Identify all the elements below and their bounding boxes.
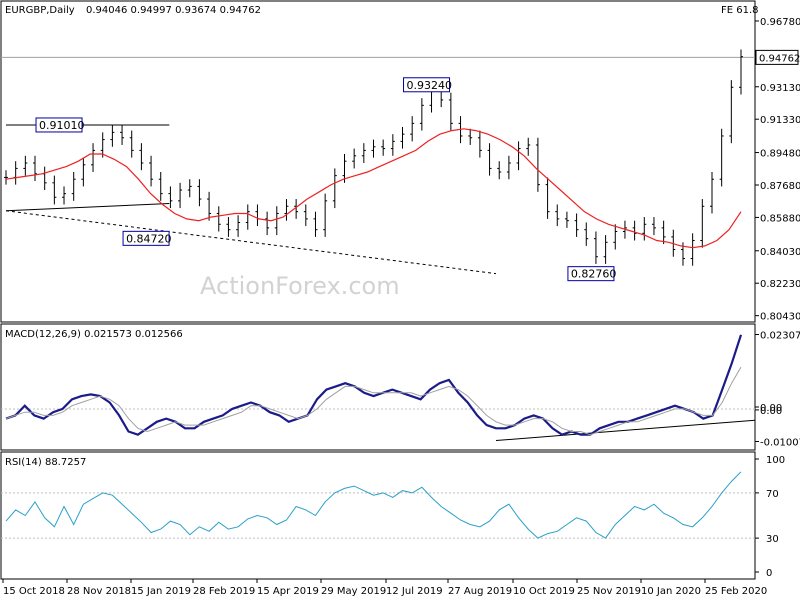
annotation-label-2: 0.84720 xyxy=(126,232,172,245)
fe-label: FE 61.8 xyxy=(721,5,759,16)
x-axis-label: 29 May 2019 xyxy=(321,586,386,597)
x-axis-label: 10 Jan 2020 xyxy=(641,586,701,597)
x-axis-label: 28 Feb 2019 xyxy=(193,586,255,597)
rsi-panel xyxy=(0,451,756,580)
price-axis-label: 0.89480 xyxy=(760,149,800,160)
price-axis-label: 0.85880 xyxy=(760,213,800,224)
x-axis-label: 28 Nov 2018 xyxy=(67,586,131,597)
rsi-axis-label: 100 xyxy=(766,455,785,466)
rsi-line xyxy=(5,471,742,539)
rsi-axis-label: 30 xyxy=(766,534,779,545)
macd-signal-line xyxy=(5,366,742,436)
macd-axis-label: -0.010072 xyxy=(760,437,800,448)
rsi-axis-label: 0 xyxy=(766,568,772,579)
annotation-label-3: 0.82760 xyxy=(571,268,617,281)
macd-panel xyxy=(0,323,756,451)
price-axis-label: 0.96780 xyxy=(760,17,800,28)
price-axis-label: 0.93130 xyxy=(760,83,800,94)
price-axis-label: 0.82230 xyxy=(760,279,800,290)
ohlc-label: 0.94046 0.94997 0.93674 0.94762 xyxy=(86,5,261,16)
trendline-2 xyxy=(5,210,497,275)
macd-trendline xyxy=(495,419,756,442)
x-axis-label: 15 Apr 2019 xyxy=(257,586,319,597)
price-axis-label: 0.87680 xyxy=(760,181,800,192)
x-axis-label: 25 Nov 2019 xyxy=(577,586,641,597)
x-axis-label: 10 Oct 2019 xyxy=(513,586,575,597)
macd-panel-title: MACD(12,26,9) 0.021573 0.012566 xyxy=(5,329,183,340)
x-axis-label: 15 Oct 2018 xyxy=(3,586,65,597)
price-axis-label: 0.84030 xyxy=(760,247,800,258)
last-price-label: 0.94762 xyxy=(759,53,800,64)
annotation-label-0: 0.91010 xyxy=(39,119,85,132)
x-axis-label: 15 Jan 2019 xyxy=(131,586,191,597)
trendline-1 xyxy=(5,203,170,212)
eurgbp-chart: ActionForex.com EURGBP,Daily 0.94046 0.9… xyxy=(0,0,800,597)
price-axis-label: 0.91330 xyxy=(760,115,800,126)
x-axis-label: 12 Jul 2019 xyxy=(386,586,443,597)
macd-axis-label: 0.00 xyxy=(760,406,782,417)
watermark: ActionForex.com xyxy=(200,272,400,300)
rsi-axis-label: 70 xyxy=(766,489,779,500)
rsi-panel-title: RSI(14) 88.7257 xyxy=(5,457,86,468)
macd-line xyxy=(5,334,743,436)
annotation-label-1: 0.93240 xyxy=(407,79,453,92)
price-panel-title: EURGBP,Daily xyxy=(5,5,75,16)
x-axis-label: 27 Aug 2019 xyxy=(448,586,512,597)
price-axis-label: 0.80430 xyxy=(760,312,800,323)
macd-axis-label: 0.023079 xyxy=(760,331,800,342)
x-axis-label: 25 Feb 2020 xyxy=(705,586,767,597)
